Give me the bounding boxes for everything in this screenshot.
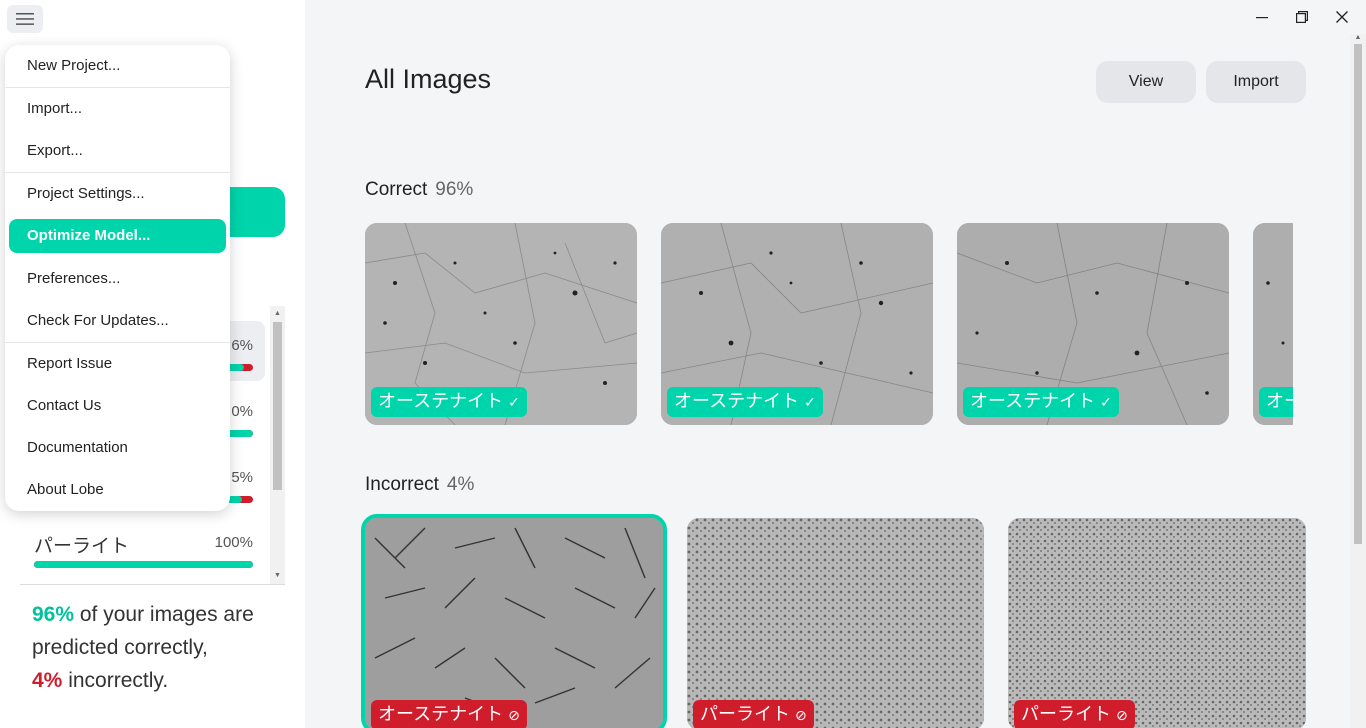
label-accuracy: 0% <box>231 403 253 420</box>
menu-item-project-settings[interactable]: Project Settings... <box>9 177 226 211</box>
close-icon <box>1336 11 1348 23</box>
menu-item-preferences[interactable]: Preferences... <box>9 262 226 296</box>
label-row[interactable]: パーライト 100% <box>20 518 265 578</box>
checkmark-icon: ✓ <box>804 395 816 411</box>
accuracy-bar <box>34 561 253 568</box>
restore-button[interactable] <box>1282 0 1322 34</box>
micrograph-image <box>365 518 663 728</box>
scroll-down-arrow-icon[interactable]: ▼ <box>273 571 282 581</box>
menu-item-check-for-updates[interactable]: Check For Updates... <box>9 304 226 338</box>
menu-item-report-issue[interactable]: Report Issue <box>9 347 226 381</box>
menu-item-new-project[interactable]: New Project... <box>9 49 226 83</box>
prediction-tag: オーステナイト ⊘ <box>371 700 527 728</box>
image-card[interactable]: パーライト ⊘ <box>1008 518 1306 728</box>
image-card[interactable]: オーステナイト ✓ <box>957 223 1229 425</box>
prediction-tag: オー <box>1259 387 1293 417</box>
minimize-button[interactable] <box>1242 0 1282 34</box>
micrograph-image <box>687 518 984 728</box>
close-button[interactable] <box>1322 0 1362 34</box>
prediction-tag: オーステナイト ✓ <box>371 387 527 417</box>
section-correct-title: Correct 96% <box>365 179 473 201</box>
menu-item-export[interactable]: Export... <box>9 134 226 168</box>
menu-divider <box>5 87 230 88</box>
prediction-tag: オーステナイト ✓ <box>667 387 823 417</box>
view-button[interactable]: View <box>1096 61 1196 103</box>
section-incorrect-title: Incorrect 4% <box>365 474 474 496</box>
main-scrollbar[interactable]: ▲ <box>1350 34 1366 728</box>
hamburger-menu-button[interactable] <box>7 5 43 33</box>
accuracy-summary: 96% of your images are predicted correct… <box>32 598 292 697</box>
prediction-tag: オーステナイト ✓ <box>963 387 1119 417</box>
blocked-icon: ⊘ <box>508 708 520 724</box>
section-title-text: Correct <box>365 179 428 200</box>
menu-item-optimize-model[interactable]: Optimize Model... <box>9 219 226 253</box>
prediction-tag: パーライト ⊘ <box>693 700 814 728</box>
menu-item-contact-us[interactable]: Contact Us <box>9 389 226 423</box>
image-card[interactable]: パーライト ⊘ <box>687 518 984 728</box>
summary-text: incorrectly. <box>62 669 169 692</box>
label-accuracy: 100% <box>214 534 253 551</box>
menu-item-about-lobe[interactable]: About Lobe <box>9 473 226 507</box>
page-title: All Images <box>365 64 492 94</box>
prediction-tag: パーライト ⊘ <box>1014 700 1135 728</box>
checkmark-icon: ✓ <box>1100 395 1112 411</box>
divider <box>20 584 285 585</box>
menu-item-documentation[interactable]: Documentation <box>9 431 226 465</box>
micrograph-image <box>1008 518 1306 728</box>
menu-divider <box>5 342 230 343</box>
app-menu: New Project... Import... Export... Proje… <box>5 45 230 511</box>
image-card-selected[interactable]: オーステナイト ⊘ <box>361 514 667 728</box>
section-percentage: 96% <box>435 179 474 200</box>
scrollbar-thumb[interactable] <box>1354 44 1362 544</box>
scroll-up-arrow-icon[interactable]: ▲ <box>1354 34 1362 41</box>
blocked-icon: ⊘ <box>1116 708 1128 724</box>
hamburger-icon <box>16 13 34 25</box>
checkmark-icon: ✓ <box>508 395 520 411</box>
correct-percentage: 96% <box>32 603 75 626</box>
label-accuracy: 5% <box>231 469 253 486</box>
label-name: パーライト <box>34 535 130 557</box>
blocked-icon: ⊘ <box>795 708 807 724</box>
image-card[interactable]: オー <box>1253 223 1293 425</box>
label-list-scrollbar[interactable]: ▲ ▼ <box>270 306 285 584</box>
minimize-icon <box>1256 17 1268 19</box>
section-percentage: 4% <box>446 474 475 495</box>
import-button[interactable]: Import <box>1206 61 1306 103</box>
scrollbar-thumb[interactable] <box>273 322 282 490</box>
section-title-text: Incorrect <box>365 474 439 495</box>
label-accuracy: 6% <box>231 337 253 354</box>
scroll-up-arrow-icon[interactable]: ▲ <box>273 309 282 319</box>
restore-icon <box>1296 11 1308 23</box>
image-card[interactable]: オーステナイト ✓ <box>661 223 933 425</box>
menu-divider <box>5 172 230 173</box>
image-card[interactable]: オーステナイト ✓ <box>365 223 637 425</box>
menu-item-import[interactable]: Import... <box>9 92 226 126</box>
incorrect-percentage: 4% <box>32 669 63 692</box>
